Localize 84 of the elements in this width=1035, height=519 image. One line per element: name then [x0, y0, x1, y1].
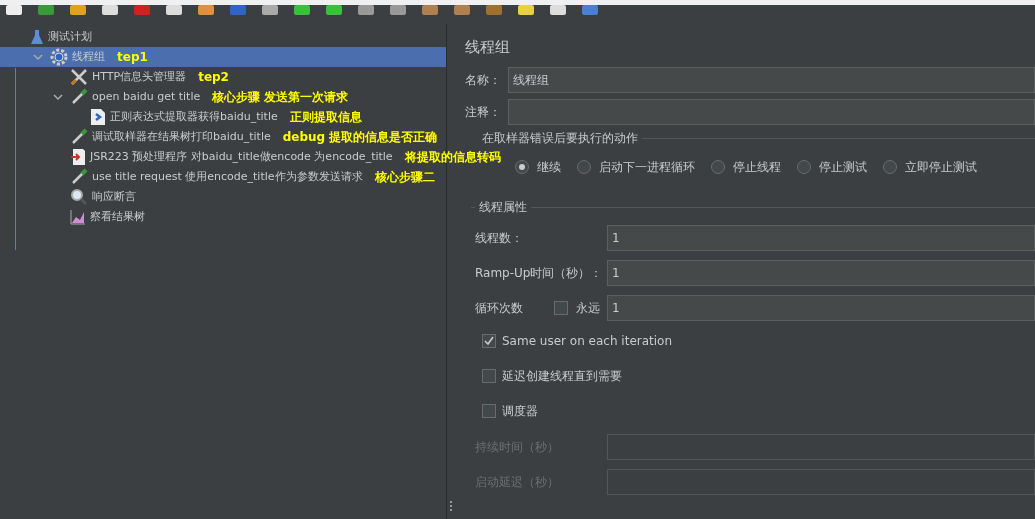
toolbar-icon[interactable] — [260, 5, 280, 17]
tree-item-label: use title request 使用encode_title作为参数发送请求 — [92, 168, 363, 185]
toolbar-icon[interactable] — [292, 5, 312, 17]
tree-item-label: 正则表达式提取器获得baidu_title — [110, 108, 278, 125]
toolbar-icon[interactable] — [196, 5, 216, 17]
toolbar-icon[interactable] — [100, 5, 120, 17]
forever-checkbox[interactable]: 永远 — [554, 299, 607, 317]
radio-button[interactable] — [797, 160, 811, 174]
field-label: 循环次数 — [475, 300, 524, 317]
pipette-icon — [70, 168, 88, 186]
tree-item-label: JSR223 预处理程序 对baidu_title做encode 为encode_title — [90, 148, 393, 165]
panel-title: 线程组 — [465, 37, 511, 58]
checkbox-option[interactable]: 调度器 — [482, 402, 1035, 420]
annotation-text: tep1 — [117, 49, 148, 66]
delay-field[interactable] — [607, 469, 1035, 495]
chart-icon — [70, 209, 86, 225]
tree-row[interactable]: 响应断言 — [0, 187, 446, 207]
tree-item-label: 调试取样器在结果树打印baidu_title — [92, 128, 271, 145]
toolbar-icon[interactable] — [4, 5, 24, 17]
pipette-icon — [70, 128, 88, 146]
toolbar-icon[interactable] — [164, 5, 184, 17]
radio-option[interactable]: 停止测试 — [797, 158, 867, 176]
check-icon — [484, 336, 494, 346]
radio-option[interactable]: 停止线程 — [711, 158, 781, 176]
chevron-down-icon[interactable] — [33, 53, 43, 61]
gear-icon — [50, 48, 68, 66]
pipette-icon — [70, 88, 88, 106]
tree-row[interactable]: use title request 使用encode_title作为参数发送请求 核心步骤二 — [0, 167, 446, 187]
tree-item-label: 测试计划 — [48, 28, 92, 45]
tree-item-label: 察看结果树 — [90, 208, 145, 225]
annotation-text: 将提取的信息转码 — [404, 149, 501, 166]
name-field[interactable]: 线程组 — [508, 67, 1035, 93]
toolbar-icon[interactable] — [324, 5, 344, 17]
annotation-text: 核心步骤 发送第一次请求 — [212, 89, 349, 106]
toolbar-icon[interactable] — [356, 5, 376, 17]
tree-row[interactable]: 调试取样器在结果树打印baidu_title debug 提取的信息是否正确 — [0, 127, 446, 147]
magnifier-icon — [70, 188, 88, 206]
annotation-text: debug 提取的信息是否正确 — [282, 129, 438, 146]
tree-row[interactable]: 线程组 tep1 — [0, 47, 446, 67]
field-label: 线程数： — [475, 230, 524, 247]
annotation-text: 正则提取信息 — [289, 109, 362, 126]
field-label: 注释： — [465, 104, 502, 121]
radio-button[interactable] — [883, 160, 897, 174]
group-legend: 线程属性 — [479, 198, 527, 216]
tree-row[interactable]: 测试计划 — [0, 27, 446, 47]
group-legend: 在取样器错误后要执行的动作 — [482, 129, 638, 147]
radio-option[interactable]: 启动下一进程循环 — [577, 158, 695, 176]
tree-item-label: 线程组 — [72, 48, 105, 65]
annotation-text: tep2 — [198, 69, 229, 86]
loop-field[interactable]: 1 — [607, 295, 1035, 321]
document-arrow-icon — [90, 108, 106, 126]
toolbar-icon[interactable] — [516, 5, 536, 17]
tree-item-label: HTTP信息头管理器 — [92, 68, 187, 85]
duration-field[interactable] — [607, 434, 1035, 460]
radio-button[interactable] — [577, 160, 591, 174]
tree-item-label: 响应断言 — [92, 188, 136, 205]
field-label: 名称： — [465, 72, 502, 89]
comment-field[interactable] — [508, 99, 1035, 125]
radio-option[interactable]: 立即停止测试 — [883, 158, 977, 176]
tree-row[interactable]: 正则表达式提取器获得baidu_title 正则提取信息 — [0, 107, 446, 127]
toolbar-icon[interactable] — [388, 5, 408, 17]
checkbox-option[interactable]: 延迟创建线程直到需要 — [482, 367, 1035, 385]
tree-row[interactable]: JSR223 预处理程序 对baidu_title做encode 为encode_title 将提取的信息转码 — [0, 147, 503, 167]
tree-row[interactable]: open baidu get title 核心步骤 发送第一次请求 — [0, 87, 446, 107]
flask-icon — [30, 29, 44, 45]
checkbox[interactable] — [482, 404, 496, 418]
tools-icon — [70, 68, 88, 86]
annotation-text: 核心步骤二 — [374, 169, 435, 186]
field-label: Ramp-Up时间（秒）： — [475, 265, 604, 282]
rampup-field[interactable]: 1 — [607, 260, 1035, 286]
tree-item-label: open baidu get title — [92, 88, 201, 105]
radio-option[interactable]: 继续 — [515, 158, 561, 176]
checkbox[interactable] — [482, 334, 496, 348]
checkbox[interactable] — [554, 301, 568, 315]
toolbar-icon[interactable] — [68, 5, 88, 17]
tree-row[interactable]: HTTP信息头管理器 tep2 — [0, 67, 446, 87]
chevron-down-icon[interactable] — [53, 93, 63, 101]
radio-button[interactable] — [515, 160, 529, 174]
threads-field[interactable]: 1 — [607, 225, 1035, 251]
checkbox[interactable] — [482, 369, 496, 383]
checkbox-option[interactable]: Same user on each iteration — [482, 332, 1035, 350]
radio-button[interactable] — [711, 160, 725, 174]
toolbar-icon[interactable] — [548, 5, 568, 17]
tree-row[interactable]: 察看结果树 — [0, 207, 446, 227]
